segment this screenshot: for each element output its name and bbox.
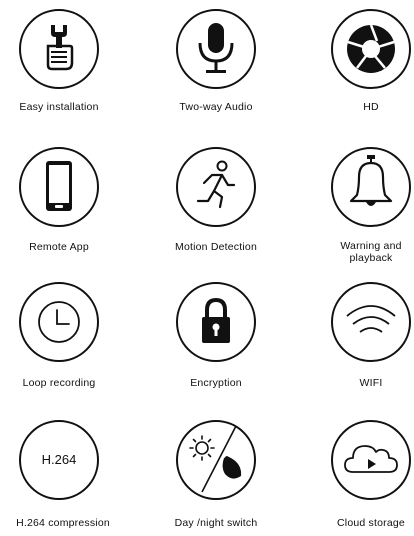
feature-label: Loop recording: [22, 377, 96, 389]
wifi-icon: [331, 282, 411, 362]
h264-icon-text: H.264: [41, 452, 77, 467]
smartphone-icon: [19, 147, 99, 227]
feature-label: Two-way Audio: [179, 101, 253, 113]
microphone-icon: [176, 9, 256, 89]
feature-label: Warning and playback: [302, 240, 414, 264]
h264-icon: H.264: [19, 420, 99, 500]
feature-label: Motion Detection: [175, 241, 257, 253]
aperture-icon: [331, 9, 411, 89]
running-person-icon: [176, 147, 256, 227]
feature-label: WIFI: [359, 377, 383, 389]
clock-icon: [19, 282, 99, 362]
feature-label: Encryption: [190, 377, 242, 389]
wrench-hand-icon: [19, 9, 99, 89]
bell-icon: [331, 147, 411, 227]
feature-label: H.264 compression: [16, 517, 110, 529]
padlock-icon: [176, 282, 256, 362]
feature-label: Cloud storage: [337, 517, 405, 529]
sun-moon-icon: [176, 420, 256, 500]
cloud-play-icon: [331, 420, 411, 500]
feature-label: HD: [363, 101, 379, 113]
feature-label: Remote App: [29, 241, 89, 253]
feature-label-text: Warning and playback: [340, 240, 402, 264]
feature-label: Day /night switch: [174, 517, 258, 529]
feature-label: Easy installation: [19, 101, 99, 113]
